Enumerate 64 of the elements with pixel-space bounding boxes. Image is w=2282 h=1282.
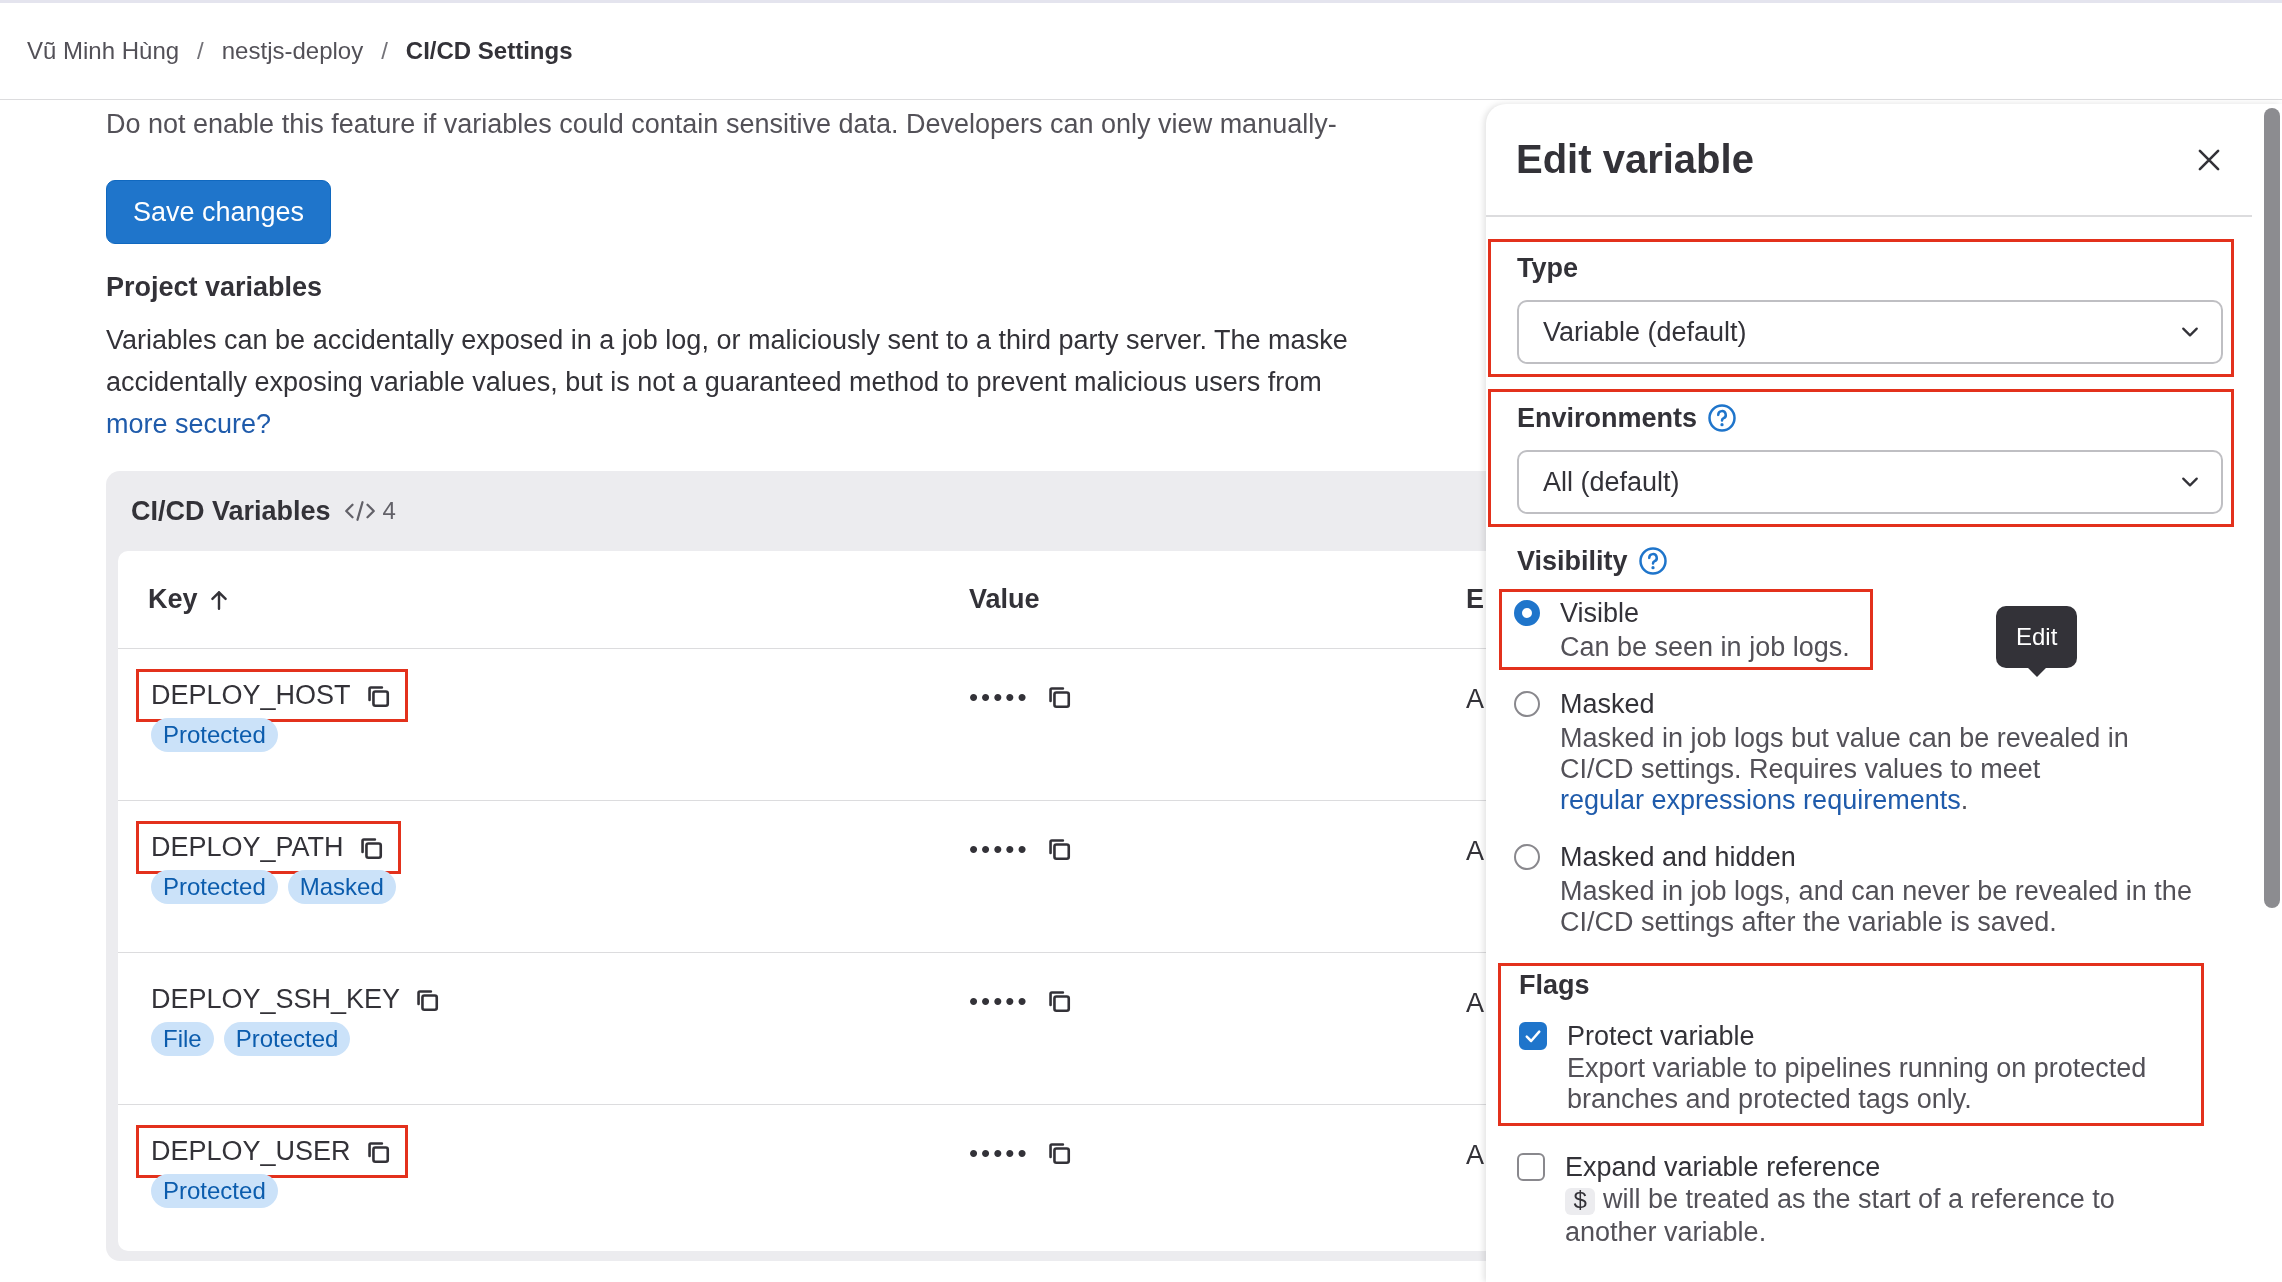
- option-label: Masked: [1560, 688, 1656, 721]
- variable-key: DEPLOY_SSH_KEY: [151, 984, 401, 1015]
- option-description: Masked in job logs but value can be revealed in CI/CD settings. Requires values to meet regular expressions requirements.: [1560, 723, 2130, 816]
- checkbox[interactable]: [1517, 1153, 1545, 1181]
- masked-value: •••••: [969, 836, 1030, 862]
- table-cell: A: [1466, 684, 1484, 714]
- save-button[interactable]: Save changes: [106, 180, 332, 244]
- field-label: Visibility: [1517, 545, 1628, 577]
- badge: Protected: [151, 1174, 278, 1208]
- breadcrumb-separator: /: [381, 37, 388, 65]
- help-icon[interactable]: [1707, 403, 1738, 433]
- more-secure-link[interactable]: more secure?: [106, 403, 272, 445]
- checkbox-label: Protect variable: [1567, 1020, 1756, 1053]
- radio-button[interactable]: [1514, 844, 1540, 870]
- select-field[interactable]: Variable (default): [1517, 300, 2223, 364]
- select-field[interactable]: All (default): [1517, 450, 2223, 514]
- radio-button[interactable]: [1514, 691, 1540, 717]
- table-cell: A: [1466, 836, 1484, 866]
- drawer-title: Edit variable: [1516, 137, 1754, 182]
- checkbox-description: Export variable to pipelines running on protected branches and protected tags only.: [1567, 1053, 2148, 1115]
- option-description: Masked in job logs, and can never be revealed in the CI/CD settings after the variable is saved.: [1560, 876, 2193, 938]
- field-label: Environments: [1517, 402, 1698, 434]
- field-label: Type: [1517, 252, 1578, 284]
- column-header: E: [1466, 584, 1484, 615]
- notice-text: Do not enable this feature if variables could contain sensitive data. Developers can only view manually-: [106, 108, 1338, 141]
- card-title: CI/CD Variables: [131, 495, 331, 527]
- description-text: Variables can be accidentally exposed in a job log, or maliciously sent to a third party server. The maske: [106, 324, 1349, 357]
- breadcrumb-link[interactable]: nestjs-deploy: [221, 37, 364, 65]
- option-description: Can be seen in job logs.: [1560, 632, 1850, 663]
- radio-button[interactable]: [1514, 600, 1540, 626]
- sort-arrow-icon[interactable]: [209, 588, 228, 611]
- field-label: Flags: [1519, 970, 1590, 1000]
- masked-value: •••••: [969, 988, 1030, 1014]
- badge: Protected: [223, 1022, 351, 1056]
- regex-requirements-link[interactable]: regular expressions requirements: [1560, 785, 1961, 815]
- badge: File: [151, 1022, 214, 1056]
- variable-key: DEPLOY_USER: [151, 1136, 351, 1167]
- column-header: Value: [969, 584, 1040, 615]
- variable-key: DEPLOY_PATH: [151, 832, 344, 863]
- help-icon[interactable]: [1637, 546, 1668, 576]
- variable-key: DEPLOY_HOST: [151, 680, 351, 711]
- variable-count: 4: [382, 497, 396, 525]
- option-label: Masked and hidden: [1560, 841, 1797, 874]
- option-label: Visible: [1560, 597, 1641, 630]
- badge: Masked: [287, 870, 396, 904]
- table-cell: A: [1466, 1140, 1484, 1170]
- tooltip: Edit: [1996, 606, 2078, 674]
- breadcrumb-separator: /: [197, 37, 204, 65]
- masked-value: •••••: [969, 1140, 1030, 1166]
- description-text: accidentally exposing variable values, but is not a guaranteed method to prevent malicious users from: [106, 366, 1323, 399]
- chevron-down-icon: [2181, 326, 2199, 338]
- chevron-down-icon: [2181, 476, 2199, 488]
- breadcrumb-link[interactable]: CI/CD Settings: [405, 37, 573, 65]
- checkbox-description: $ will be treated as the start of a reference to another variable.: [1565, 1184, 2116, 1248]
- masked-value: •••••: [969, 684, 1030, 710]
- column-header[interactable]: Key: [148, 584, 198, 615]
- section-heading: Project variables: [106, 272, 324, 303]
- breadcrumb-link[interactable]: Vũ Minh Hùng: [27, 37, 180, 65]
- badge: Protected: [151, 718, 278, 752]
- code-icon: [344, 501, 375, 521]
- checkbox[interactable]: [1519, 1022, 1547, 1050]
- table-cell: A: [1466, 988, 1484, 1018]
- checkbox-label: Expand variable reference: [1565, 1151, 1882, 1184]
- badge: Protected: [151, 870, 278, 904]
